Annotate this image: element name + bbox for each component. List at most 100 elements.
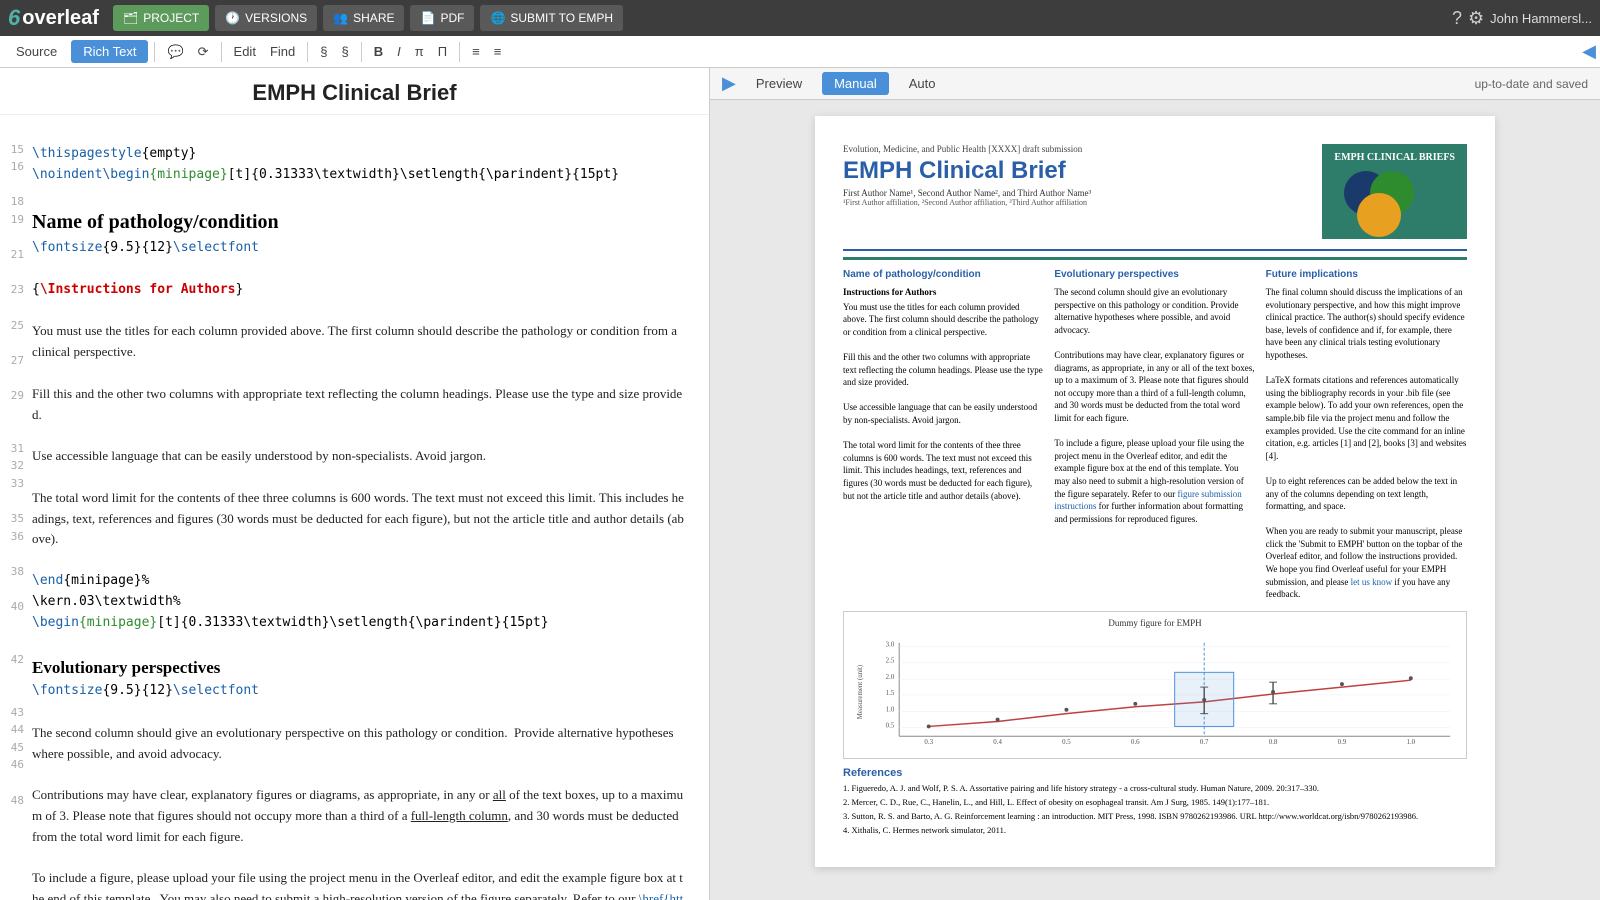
svg-text:0.4: 0.4 <box>993 739 1002 746</box>
doc-col-2: Evolutionary perspectives The second col… <box>1054 268 1255 601</box>
doc-ref-1: 1. Figueredo, A. J. and Wolf, P. S. A. A… <box>843 783 1467 793</box>
bold-button[interactable]: B <box>368 41 389 62</box>
find-button[interactable]: Find <box>264 41 301 62</box>
nav-pdf-button[interactable]: 📄 PDF <box>410 5 474 31</box>
nav-share-button[interactable]: 👥 SHARE <box>323 5 404 31</box>
italic-button[interactable]: I <box>391 41 407 62</box>
versions-icon: 🕐 <box>225 11 240 25</box>
list1-button[interactable]: ≡ <box>466 41 486 62</box>
pi-upper-button[interactable]: Π <box>432 41 453 62</box>
doc-col-1-title: Name of pathology/condition <box>843 268 1044 282</box>
help-icon[interactable]: ? <box>1452 8 1462 29</box>
line-28 <box>32 467 685 488</box>
line-40: Contributions may have clear, explanator… <box>32 785 685 847</box>
preview-panel: ▶ Preview Manual Auto up-to-date and sav… <box>710 68 1600 900</box>
doc-header-row: Evolution, Medicine, and Public Health [… <box>843 144 1467 239</box>
line-42: To include a figure, please upload your … <box>32 868 685 900</box>
line-32: \kern.03\textwidth% <box>32 592 685 613</box>
doc-ref-3: 3. Sutton, R. S. and Barto, A. G. Reinfo… <box>843 811 1467 821</box>
preview-tab-manual[interactable]: Manual <box>822 72 889 95</box>
doc-col-1-body: You must use the titles for each column … <box>843 301 1044 503</box>
svg-text:0.9: 0.9 <box>1338 739 1347 746</box>
nav-versions-label: VERSIONS <box>245 11 307 25</box>
doc-chart: 3.0 2.5 2.0 1.5 1.0 0.5 Measurement (uni… <box>850 632 1460 752</box>
track-button[interactable]: ⟳ <box>192 41 215 63</box>
section-button[interactable]: § <box>335 41 354 62</box>
nav-versions-button[interactable]: 🕐 VERSIONS <box>215 5 317 31</box>
tab-source[interactable]: Source <box>4 40 69 63</box>
submit-icon: 🌐 <box>490 11 505 25</box>
line-38: The second column should give an evoluti… <box>32 723 685 765</box>
editor-title: EMPH Clinical Brief <box>0 68 709 115</box>
svg-text:2.0: 2.0 <box>886 674 895 681</box>
nav-submit-button[interactable]: 🌐 SUBMIT TO EMPH <box>480 5 623 31</box>
svg-text:2.5: 2.5 <box>886 657 895 664</box>
line-20 <box>32 259 685 280</box>
preview-content[interactable]: Evolution, Medicine, and Public Health [… <box>710 100 1600 900</box>
overleaf-logo: 6overleaf <box>8 5 99 31</box>
line-41 <box>32 848 685 869</box>
settings-icon[interactable]: ⚙ <box>1468 8 1484 29</box>
doc-header-right: EMPH CLINICAL BRIEFS <box>1322 144 1467 239</box>
line-blank-1 <box>32 123 685 144</box>
doc-header-left: Evolution, Medicine, and Public Health [… <box>843 144 1310 207</box>
line-19: \fontsize{9.5}{12}\selectfont <box>32 238 685 259</box>
svg-text:Measurement (unit): Measurement (unit) <box>857 665 864 719</box>
line-17 <box>32 185 685 206</box>
pdf-icon: 📄 <box>420 11 435 25</box>
doc-divider <box>843 249 1467 251</box>
line-24 <box>32 363 685 384</box>
nav-pdf-label: PDF <box>440 11 464 25</box>
doc-figure-title: Dummy figure for EMPH <box>850 618 1460 628</box>
line-21: {\Instructions for Authors} <box>32 280 685 301</box>
line-25: Fill this and the other two columns with… <box>32 384 685 426</box>
doc-col-1: Name of pathology/condition Instructions… <box>843 268 1044 601</box>
svg-text:1.0: 1.0 <box>1407 739 1416 746</box>
logo-text: overleaf <box>22 7 99 30</box>
editor-panel: EMPH Clinical Brief 15 16 18 19 21 23 25 <box>0 68 710 900</box>
line-18: Name of pathology/condition <box>32 206 685 238</box>
editor-content[interactable]: 15 16 18 19 21 23 25 27 29 <box>0 115 709 900</box>
line-37 <box>32 702 685 723</box>
line-numbers: 15 16 18 19 21 23 25 27 29 <box>0 123 32 900</box>
line-39 <box>32 765 685 786</box>
doc-circles <box>1334 171 1455 231</box>
line-36: \fontsize{9.5}{12}\selectfont <box>32 681 685 702</box>
preview-tab-auto[interactable]: Auto <box>897 72 948 95</box>
svg-text:0.6: 0.6 <box>1131 739 1140 746</box>
chart-svg: 3.0 2.5 2.0 1.5 1.0 0.5 Measurement (uni… <box>850 632 1460 752</box>
paragraph-button[interactable]: § <box>314 41 333 62</box>
nav-share-label: SHARE <box>353 11 394 25</box>
share-icon: 👥 <box>333 11 348 25</box>
doc-page: Evolution, Medicine, and Public Health [… <box>815 116 1495 867</box>
line-27: Use accessible language that can be easi… <box>32 446 685 467</box>
preview-tab-preview[interactable]: Preview <box>744 72 814 95</box>
svg-text:1.0: 1.0 <box>886 707 895 714</box>
doc-col-3-title: Future implications <box>1266 268 1467 282</box>
line-15: \thispagestyle{empty} <box>32 144 685 165</box>
nav-project-button[interactable]: 🗂 PROJECT <box>113 5 209 31</box>
doc-col-2-title: Evolutionary perspectives <box>1054 268 1255 282</box>
tab-richtext[interactable]: Rich Text <box>71 40 148 63</box>
svg-text:1.5: 1.5 <box>886 690 895 697</box>
doc-col-3-body: The final column should discuss the impl… <box>1266 286 1467 601</box>
edit-button[interactable]: Edit <box>228 41 262 62</box>
svg-text:0.5: 0.5 <box>1062 739 1071 746</box>
doc-submission-label: Evolution, Medicine, and Public Health [… <box>843 144 1310 154</box>
svg-text:0.3: 0.3 <box>924 739 933 746</box>
doc-figure-area: Dummy figure for EMPH 3.0 2.5 2.0 1.5 <box>843 611 1467 759</box>
comment-button[interactable]: 💬 <box>161 41 189 63</box>
preview-arrow-right[interactable]: ▶ <box>722 73 736 94</box>
preview-status: up-to-date and saved <box>1475 77 1588 91</box>
pi-lower-button[interactable]: π <box>409 41 430 62</box>
list2-button[interactable]: ≡ <box>488 41 508 62</box>
line-23: You must use the titles for each column … <box>32 321 685 363</box>
line-34 <box>32 633 685 654</box>
line-30 <box>32 550 685 571</box>
doc-main-title: EMPH Clinical Brief <box>843 158 1310 184</box>
svg-text:0.7: 0.7 <box>1200 739 1209 746</box>
journal-banner-text: EMPH CLINICAL BRIEFS <box>1334 152 1455 163</box>
line-26 <box>32 425 685 446</box>
editor-left-arrow[interactable]: ◀ <box>1582 41 1596 62</box>
editor-lines: \thispagestyle{empty} \noindent\begin{mi… <box>32 123 685 900</box>
